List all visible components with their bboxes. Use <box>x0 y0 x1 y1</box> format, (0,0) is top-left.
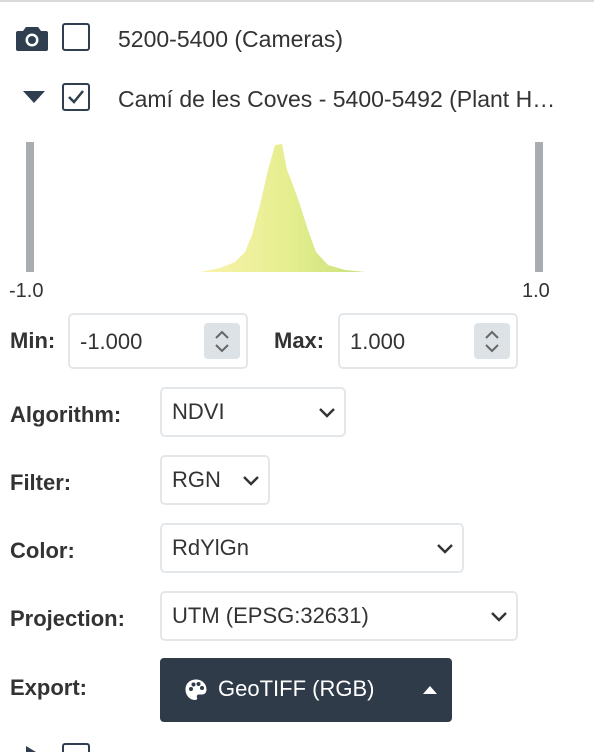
max-input[interactable]: 1.000 <box>338 313 518 369</box>
projection-label: Projection: <box>10 606 125 631</box>
filter-label: Filter: <box>10 470 72 495</box>
caret-up-icon <box>423 686 437 694</box>
histogram-max-label: 1.0 <box>522 280 550 302</box>
min-stepper[interactable] <box>204 323 240 359</box>
top-divider <box>0 0 594 2</box>
filter-value: RGN <box>172 467 221 492</box>
histogram-min-handle[interactable] <box>26 142 34 272</box>
max-stepper[interactable] <box>474 323 510 359</box>
color-label: Color: <box>10 538 75 563</box>
filter-select[interactable]: RGN <box>160 455 270 505</box>
layer-label-plant-health[interactable]: Camí de les Coves - 5400-5492 (Plant H… <box>118 86 555 113</box>
min-input[interactable]: -1.000 <box>68 313 248 369</box>
histogram-chart <box>200 144 365 272</box>
projection-select[interactable]: UTM (EPSG:32631) <box>160 591 518 641</box>
color-value: RdYlGn <box>172 535 250 560</box>
min-value: -1.000 <box>80 329 143 354</box>
chevron-right-icon[interactable] <box>24 745 38 752</box>
algorithm-label: Algorithm: <box>10 402 122 427</box>
projection-value: UTM (EPSG:32631) <box>172 603 369 628</box>
palette-icon <box>185 679 207 700</box>
min-label: Min: <box>10 328 56 353</box>
histogram-min-label: -1.0 <box>9 280 44 302</box>
max-label: Max: <box>274 328 325 353</box>
color-select[interactable]: RdYlGn <box>160 523 464 573</box>
chevron-down-icon <box>243 476 259 486</box>
layer-checkbox-cameras[interactable] <box>62 23 90 51</box>
chevron-down-icon[interactable] <box>22 90 46 104</box>
layer-checkbox-plant-health[interactable] <box>62 83 90 111</box>
max-value: 1.000 <box>350 329 406 354</box>
layer-checkbox-next[interactable] <box>62 743 90 752</box>
camera-icon <box>15 24 49 52</box>
export-label: Export: <box>10 675 87 700</box>
algorithm-select[interactable]: NDVI <box>160 387 346 437</box>
chevron-down-icon <box>491 612 507 622</box>
export-button[interactable]: GeoTIFF (RGB) <box>160 658 452 722</box>
algorithm-value: NDVI <box>172 399 225 424</box>
chevron-down-icon <box>319 408 335 418</box>
layer-label-cameras[interactable]: 5200-5400 (Cameras) <box>118 26 343 53</box>
chevron-down-icon <box>437 544 453 554</box>
histogram-max-handle[interactable] <box>535 142 543 272</box>
export-button-label: GeoTIFF (RGB) <box>218 676 375 701</box>
